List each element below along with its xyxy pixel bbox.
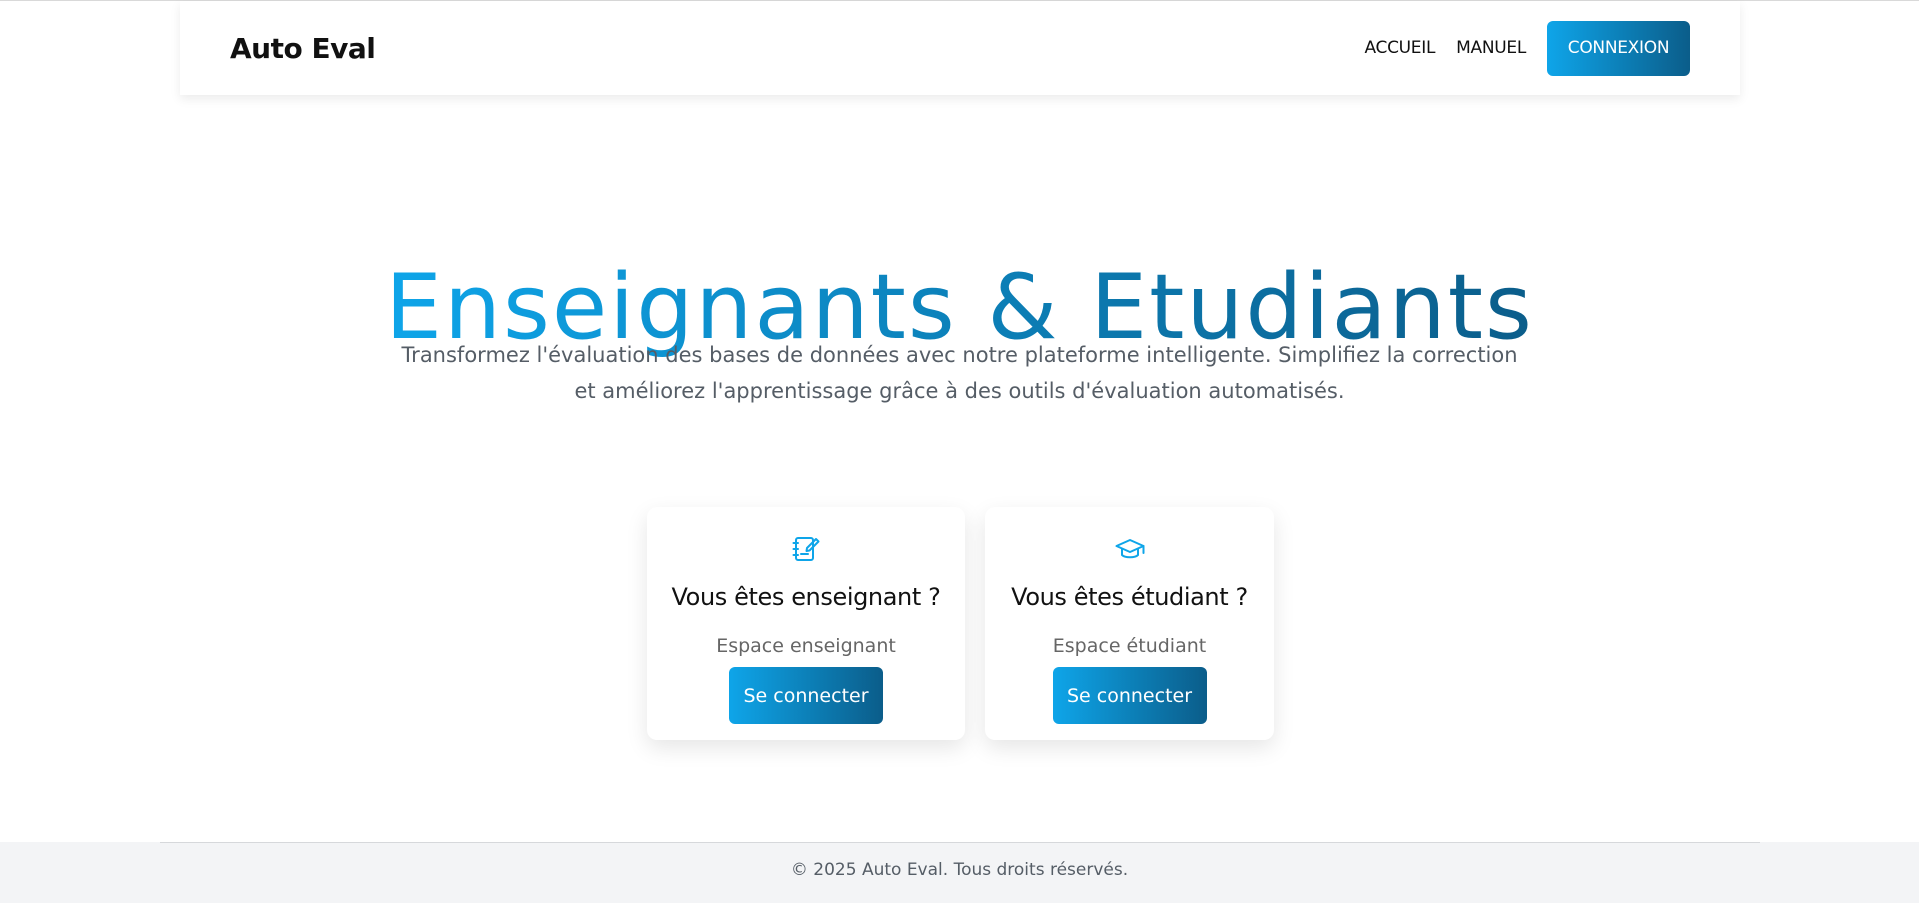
connexion-button[interactable]: CONNEXION xyxy=(1547,20,1690,76)
brand-logo-text[interactable]: Auto Eval xyxy=(230,32,376,65)
nav-link-accueil[interactable]: ACCUEIL xyxy=(1364,38,1435,58)
student-card: Vous êtes étudiant ? Espace étudiant Se … xyxy=(985,507,1274,740)
student-card-title: Vous êtes étudiant ? xyxy=(1011,583,1248,611)
teacher-card-subtitle: Espace enseignant xyxy=(716,635,896,657)
navbar: Auto Eval ACCUEIL MANUEL CONNEXION xyxy=(180,1,1740,95)
graduation-cap-icon xyxy=(1114,533,1146,565)
footer-copyright: © 2025 Auto Eval. Tous droits réservés. xyxy=(790,860,1129,880)
hero-subtitle: Transformez l'évaluation des bases de do… xyxy=(401,343,1518,403)
student-login-button[interactable]: Se connecter xyxy=(1052,667,1207,724)
footer-divider xyxy=(160,842,1760,843)
teacher-login-button[interactable]: Se connecter xyxy=(729,667,883,724)
footer: © 2025 Auto Eval. Tous droits réservés. xyxy=(0,842,1919,903)
notebook-edit-icon xyxy=(790,533,822,565)
teacher-card-title: Vous êtes enseignant ? xyxy=(671,583,941,611)
nav-menu: ACCUEIL MANUEL CONNEXION xyxy=(1364,20,1690,76)
nav-link-manuel[interactable]: MANUEL xyxy=(1456,38,1526,58)
student-card-subtitle: Espace étudiant xyxy=(1052,635,1207,657)
teacher-card: Vous êtes enseignant ? Espace enseignant… xyxy=(647,507,965,740)
